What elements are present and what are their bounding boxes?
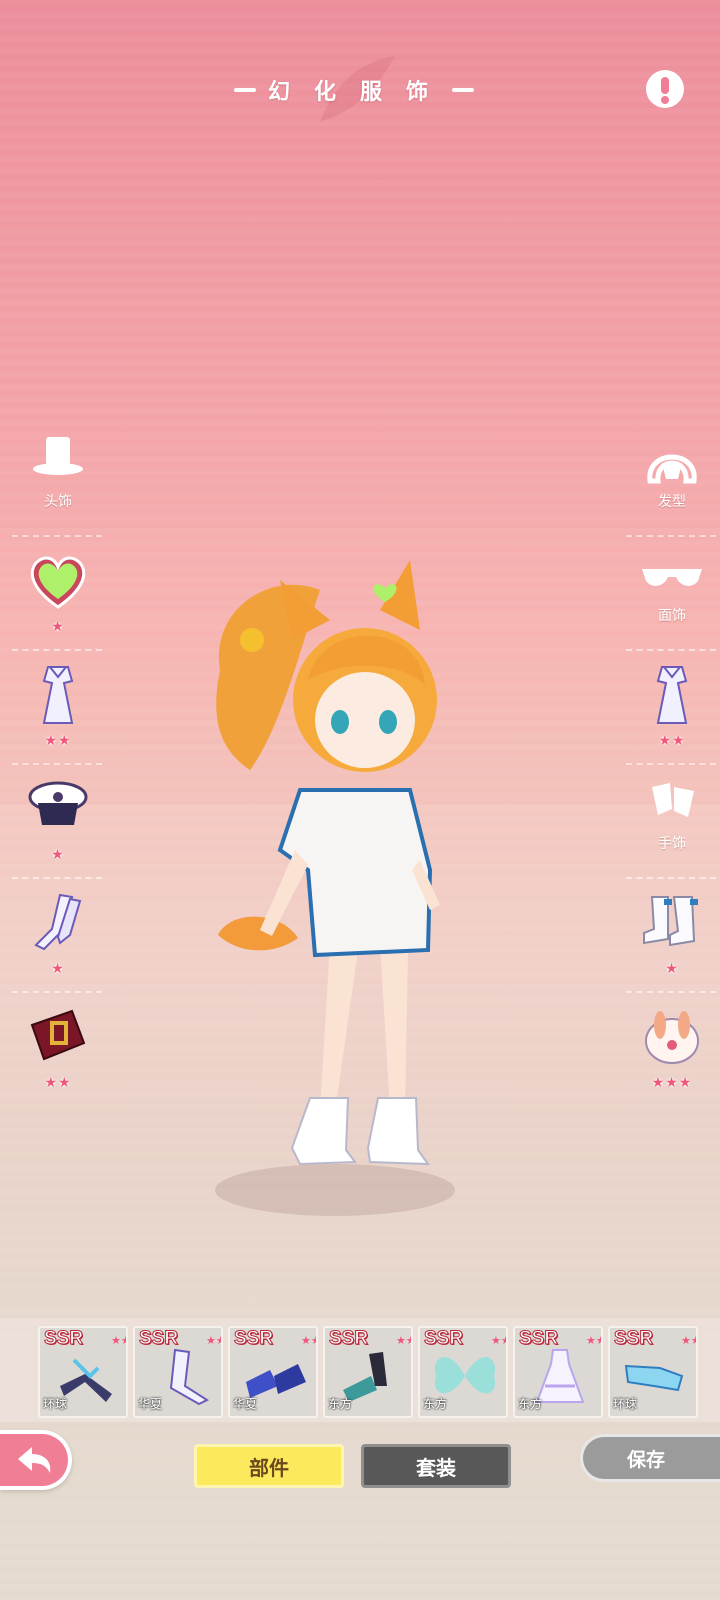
- slot-label: 头饰: [44, 494, 72, 510]
- star-rating: ★★★★: [491, 1334, 506, 1347]
- item-category: 环球: [613, 1397, 638, 1411]
- tab-parts[interactable]: 部件: [194, 1444, 344, 1488]
- slot-dress[interactable]: ★★: [10, 653, 106, 765]
- item-card[interactable]: SSR ★★★★ 华夏: [133, 1326, 223, 1418]
- back-button[interactable]: [0, 1430, 72, 1490]
- item-category: 东方: [423, 1397, 448, 1411]
- star-rating: ★★★★: [111, 1334, 126, 1347]
- star-rating: ★★★★: [206, 1334, 221, 1347]
- slot-legwear[interactable]: ★: [10, 881, 106, 993]
- slot-facewear[interactable]: 面饰: [624, 539, 720, 651]
- boots-icon: [643, 896, 698, 947]
- star-rating: ★★★★: [681, 1334, 696, 1347]
- star-rating: ★: [665, 961, 679, 977]
- rank-label: SSR: [613, 1328, 654, 1350]
- rank-label: SSR: [328, 1328, 369, 1350]
- item-card[interactable]: SSR ★★★★ 环球: [38, 1326, 128, 1418]
- item-category: 环球: [43, 1397, 68, 1411]
- star-rating: ★★★★: [586, 1334, 601, 1347]
- stockings-icon: [34, 893, 82, 951]
- slot-label: 发型: [658, 494, 686, 510]
- item-category: 华夏: [233, 1397, 258, 1411]
- slot-badge[interactable]: ★: [10, 539, 106, 651]
- slot-hairstyle[interactable]: 发型: [624, 425, 720, 537]
- rank-label: SSR: [43, 1328, 84, 1350]
- star-rating: ★★: [658, 733, 686, 749]
- rank-label: SSR: [423, 1328, 464, 1350]
- rank-label: SSR: [138, 1328, 179, 1350]
- star-rating: ★: [51, 961, 65, 977]
- slot-hat[interactable]: ★: [10, 767, 106, 879]
- rank-label: SSR: [518, 1328, 559, 1350]
- divider: [12, 991, 102, 993]
- tab-set[interactable]: 套装: [361, 1444, 511, 1488]
- divider: [626, 877, 716, 879]
- belt-icon: [30, 1009, 86, 1061]
- item-card[interactable]: SSR ★★★★ 华夏: [228, 1326, 318, 1418]
- divider: [626, 763, 716, 765]
- slot-footwear[interactable]: ★: [624, 881, 720, 993]
- item-card[interactable]: SSR ★★★★ 环球: [608, 1326, 698, 1418]
- bunny-backpack-icon: [645, 1011, 699, 1064]
- star-rating: ★: [51, 619, 65, 635]
- divider: [626, 535, 716, 537]
- item-card[interactable]: SSR ★★★★ 东方: [418, 1326, 508, 1418]
- item-category: 华夏: [138, 1397, 163, 1411]
- item-card[interactable]: SSR ★★★★ 东方: [513, 1326, 603, 1418]
- info-button[interactable]: [646, 70, 684, 108]
- item-card[interactable]: SSR ★★★★ 东方: [323, 1326, 413, 1418]
- star-rating: ★★★★: [301, 1334, 316, 1347]
- slot-outfit[interactable]: ★★: [624, 653, 720, 765]
- divider: [12, 877, 102, 879]
- star-rating: ★: [51, 847, 65, 863]
- character-avatar[interactable]: [180, 550, 480, 1250]
- slot-backpack[interactable]: ★★★: [624, 995, 720, 1107]
- rank-label: SSR: [233, 1328, 274, 1350]
- divider: [626, 991, 716, 993]
- back-arrow-icon: [18, 1447, 51, 1473]
- slot-label: 面饰: [658, 608, 686, 624]
- star-rating: ★★: [44, 1075, 72, 1091]
- dress-icon: [42, 666, 74, 724]
- divider: [12, 763, 102, 765]
- page-title: 幻化服饰: [267, 80, 452, 105]
- slot-label: 手饰: [658, 836, 686, 852]
- item-category: 东方: [518, 1397, 543, 1411]
- heart-badge-icon: [30, 556, 86, 609]
- slot-headwear[interactable]: 头饰: [10, 425, 106, 537]
- slot-belt[interactable]: ★★: [10, 995, 106, 1107]
- star-rating: ★★★★: [396, 1334, 411, 1347]
- divider: [12, 649, 102, 651]
- dress-icon: [656, 666, 688, 724]
- exclamation-icon: [661, 77, 669, 104]
- slot-handwear[interactable]: 手饰: [624, 767, 720, 879]
- item-category: 东方: [328, 1397, 353, 1411]
- captain-hat-icon: [28, 781, 88, 825]
- star-rating: ★★: [44, 733, 72, 749]
- divider: [12, 535, 102, 537]
- star-rating: ★★★: [651, 1075, 693, 1091]
- save-button[interactable]: 保存: [580, 1434, 720, 1482]
- divider: [626, 649, 716, 651]
